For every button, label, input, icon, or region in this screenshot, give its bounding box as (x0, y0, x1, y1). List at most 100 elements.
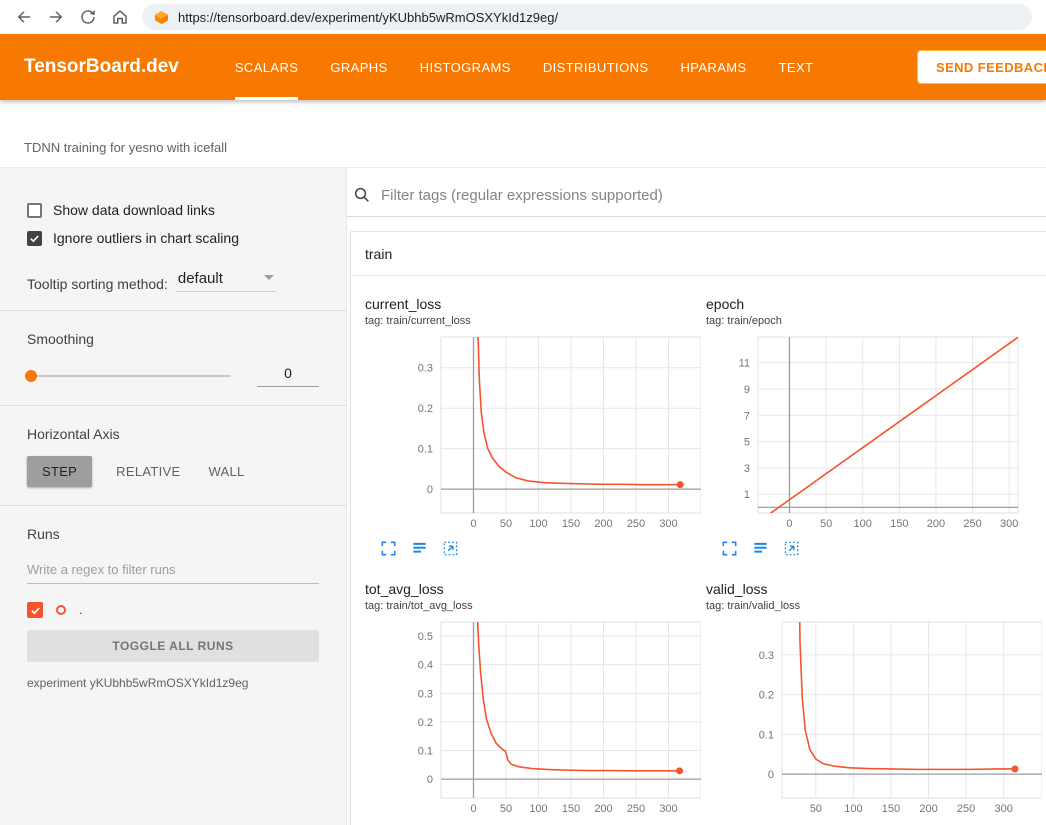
chart-plot[interactable]: 1357911050100150200250300 (706, 331, 1042, 535)
axis-wall-button[interactable]: WALL (204, 456, 248, 487)
svg-text:0.2: 0.2 (759, 690, 774, 702)
chart-card-valid-loss: valid_loss tag: train/valid_loss 00.10.2… (692, 571, 1033, 825)
smoothing-slider-handle[interactable] (25, 370, 37, 382)
send-feedback-button[interactable]: SEND FEEDBACK (917, 50, 1046, 84)
tensorboard-logo: TensorBoard.dev (24, 56, 179, 78)
chart-tag: tag: train/epoch (706, 315, 1033, 327)
runs-label: Runs (27, 526, 319, 542)
back-icon[interactable] (10, 3, 38, 31)
data-table-icon[interactable] (410, 539, 428, 557)
tag-filter-row[interactable]: Filter tags (regular expressions support… (347, 168, 1046, 217)
ignore-outliers-checkbox[interactable] (27, 231, 42, 246)
svg-text:0: 0 (427, 484, 433, 496)
run-color-swatch (56, 605, 66, 615)
svg-text:200: 200 (919, 803, 937, 815)
show-download-links-label: Show data download links (53, 202, 215, 218)
show-download-links-row: Show data download links (27, 202, 319, 218)
svg-text:0.3: 0.3 (418, 363, 433, 375)
tooltip-sorting-select[interactable]: default (176, 270, 276, 292)
tab-graphs[interactable]: GRAPHS (330, 34, 387, 100)
svg-text:50: 50 (820, 518, 832, 530)
chart-toolbar (365, 820, 692, 825)
svg-text:100: 100 (529, 803, 547, 815)
svg-text:0.2: 0.2 (418, 403, 433, 415)
show-download-links-checkbox[interactable] (27, 203, 42, 218)
svg-text:200: 200 (594, 518, 612, 530)
chevron-down-icon (264, 275, 274, 280)
svg-text:0: 0 (470, 518, 476, 530)
svg-text:5: 5 (744, 437, 750, 449)
axis-step-button[interactable]: STEP (27, 456, 92, 487)
settings-sidebar: Show data download links Ignore outliers… (0, 168, 347, 825)
divider (0, 310, 346, 311)
chart-title: epoch (706, 296, 1033, 312)
svg-text:50: 50 (500, 518, 512, 530)
svg-text:150: 150 (562, 518, 580, 530)
ignore-outliers-label: Ignore outliers in chart scaling (53, 230, 239, 246)
run-name: . (79, 603, 82, 617)
train-section-header[interactable]: train (351, 232, 1046, 276)
tooltip-sorting-value: default (178, 270, 223, 287)
train-section-card: train current_loss tag: train/current_lo… (350, 231, 1046, 825)
svg-text:1: 1 (744, 489, 750, 501)
check-icon (29, 233, 40, 244)
svg-text:0.3: 0.3 (418, 688, 433, 700)
svg-text:0.5: 0.5 (418, 631, 433, 643)
reload-icon[interactable] (74, 3, 102, 31)
tag-filter-placeholder: Filter tags (regular expressions support… (381, 187, 663, 204)
fit-domain-icon[interactable] (441, 539, 459, 557)
data-table-icon[interactable] (751, 539, 769, 557)
chart-title: current_loss (365, 296, 692, 312)
browser-toolbar: https://tensorboard.dev/experiment/yKUbh… (0, 0, 1046, 34)
smoothing-value[interactable]: 0 (257, 365, 319, 387)
chart-plot[interactable]: 00.10.20.30.40.5050100150200250300 (365, 616, 701, 820)
chart-tag: tag: train/tot_avg_loss (365, 600, 692, 612)
expand-chart-icon[interactable] (720, 539, 738, 557)
tab-histograms[interactable]: HISTOGRAMS (420, 34, 511, 100)
svg-text:250: 250 (627, 518, 645, 530)
horizontal-axis-label: Horizontal Axis (27, 426, 319, 442)
runs-filter-input[interactable] (27, 556, 319, 584)
svg-text:300: 300 (1000, 518, 1018, 530)
run-checkbox[interactable] (27, 602, 43, 618)
forward-icon[interactable] (42, 3, 70, 31)
chart-plot[interactable]: 00.10.20.3050100150200250300 (365, 331, 701, 535)
check-icon (30, 605, 41, 616)
toggle-all-runs-button[interactable]: TOGGLE ALL RUNS (27, 630, 319, 662)
svg-text:100: 100 (854, 518, 872, 530)
svg-text:150: 150 (882, 803, 900, 815)
horizontal-axis-buttons: STEP RELATIVE WALL (27, 456, 319, 487)
chart-toolbar (706, 820, 1033, 825)
svg-text:100: 100 (844, 803, 862, 815)
svg-text:250: 250 (957, 803, 975, 815)
divider (0, 405, 346, 406)
axis-relative-button[interactable]: RELATIVE (112, 456, 184, 487)
svg-text:0: 0 (427, 774, 433, 786)
fit-domain-icon[interactable] (782, 539, 800, 557)
tab-distributions[interactable]: DISTRIBUTIONS (543, 34, 649, 100)
chart-toolbar (365, 535, 692, 571)
tab-scalars[interactable]: SCALARS (235, 34, 299, 100)
svg-text:150: 150 (890, 518, 908, 530)
address-bar[interactable]: https://tensorboard.dev/experiment/yKUbh… (142, 4, 1032, 30)
smoothing-slider[interactable] (27, 375, 231, 377)
app-header: TensorBoard.dev SCALARS GRAPHS HISTOGRAM… (0, 34, 1046, 100)
svg-text:250: 250 (963, 518, 981, 530)
expand-chart-icon[interactable] (379, 539, 397, 557)
svg-text:3: 3 (744, 463, 750, 475)
chart-title: tot_avg_loss (365, 581, 692, 597)
svg-text:300: 300 (659, 518, 677, 530)
search-icon (353, 186, 371, 204)
svg-text:0.1: 0.1 (418, 444, 433, 456)
run-row: . (27, 602, 319, 618)
tab-text[interactable]: TEXT (779, 34, 814, 100)
svg-text:0.1: 0.1 (759, 729, 774, 741)
svg-text:50: 50 (500, 803, 512, 815)
chart-toolbar (706, 535, 1033, 571)
chart-plot[interactable]: 00.10.20.350100150200250300 (706, 616, 1042, 820)
subheader: TDNN training for yesno with icefall (0, 100, 1046, 168)
tooltip-sorting-row: Tooltip sorting method: default (27, 270, 319, 292)
chart-card-tot-avg-loss: tot_avg_loss tag: train/tot_avg_loss 0 0.… (351, 571, 692, 825)
tab-hparams[interactable]: HPARAMS (680, 34, 746, 100)
home-icon[interactable] (106, 3, 134, 31)
